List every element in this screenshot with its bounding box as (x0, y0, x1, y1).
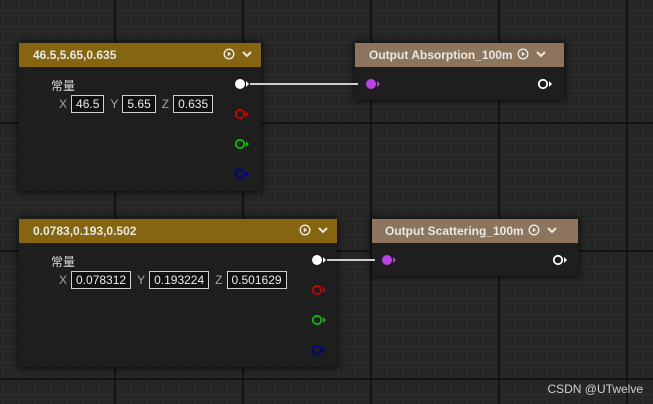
y-value-field[interactable]: 0.193224 (149, 271, 210, 289)
output-node-absorption[interactable]: Output Absorption_100m (355, 43, 564, 100)
play-circle-icon[interactable] (223, 47, 235, 63)
play-circle-icon[interactable] (528, 223, 540, 239)
node-header[interactable]: 0.0783,0.193,0.502 (19, 219, 337, 243)
chevron-down-icon[interactable] (535, 48, 547, 63)
x-value-field[interactable]: 46.5 (71, 95, 105, 113)
play-circle-icon[interactable] (517, 47, 529, 63)
z-axis-label: Z (161, 97, 170, 111)
node-title: 0.0783,0.193,0.502 (33, 224, 137, 238)
connection-wire (327, 259, 375, 261)
z-value-field[interactable]: 0.501629 (226, 271, 287, 289)
z-axis-label: Z (215, 273, 223, 287)
output-pin[interactable] (537, 77, 553, 96)
output-pin[interactable] (552, 253, 568, 272)
play-circle-icon[interactable] (299, 223, 311, 239)
node-header[interactable]: Output Absorption_100m (355, 43, 564, 67)
node-title: 46.5,5.65,0.635 (33, 48, 117, 62)
vector-value-row: X 46.5 Y 5.65 Z 0.635 (59, 95, 219, 113)
output-pin-g[interactable] (311, 313, 327, 332)
node-title: Output Absorption_100m (369, 48, 513, 62)
output-pin-g[interactable] (234, 137, 250, 156)
node-title: Output Scattering_100m (385, 224, 524, 238)
constant-node-scattering[interactable]: 0.0783,0.193,0.502 常量 X 0.078312 Y 0.193… (19, 219, 337, 367)
output-pin-b[interactable] (311, 343, 327, 362)
output-pin-b[interactable] (234, 167, 250, 186)
x-value-field[interactable]: 0.078312 (71, 271, 132, 289)
node-header[interactable]: Output Scattering_100m (372, 219, 578, 243)
input-pin[interactable] (381, 253, 397, 272)
y-value-field[interactable]: 5.65 (122, 95, 156, 113)
y-axis-label: Y (110, 97, 119, 111)
output-pin-rgb[interactable] (311, 253, 327, 272)
watermark: CSDN @UTwelve (547, 382, 643, 396)
x-axis-label: X (59, 273, 68, 287)
vector-value-row: X 0.078312 Y 0.193224 Z 0.501629 (59, 271, 293, 289)
z-value-field[interactable]: 0.635 (173, 95, 214, 113)
input-pin[interactable] (365, 77, 381, 96)
node-header[interactable]: 46.5,5.65,0.635 (19, 43, 261, 67)
constant-label: 常量 (51, 79, 76, 93)
connection-wire (250, 83, 358, 85)
constant-label: 常量 (51, 255, 76, 269)
output-pin-r[interactable] (234, 107, 250, 126)
x-axis-label: X (59, 97, 68, 111)
chevron-down-icon[interactable] (546, 224, 558, 239)
chevron-down-icon[interactable] (317, 224, 329, 239)
output-node-scattering[interactable]: Output Scattering_100m (372, 219, 578, 276)
constant-node-absorption[interactable]: 46.5,5.65,0.635 常量 X 46.5 Y 5.65 Z 0.635 (19, 43, 261, 191)
y-axis-label: Y (137, 273, 146, 287)
chevron-down-icon[interactable] (241, 48, 253, 63)
output-pin-rgb[interactable] (234, 77, 250, 96)
output-pin-r[interactable] (311, 283, 327, 302)
